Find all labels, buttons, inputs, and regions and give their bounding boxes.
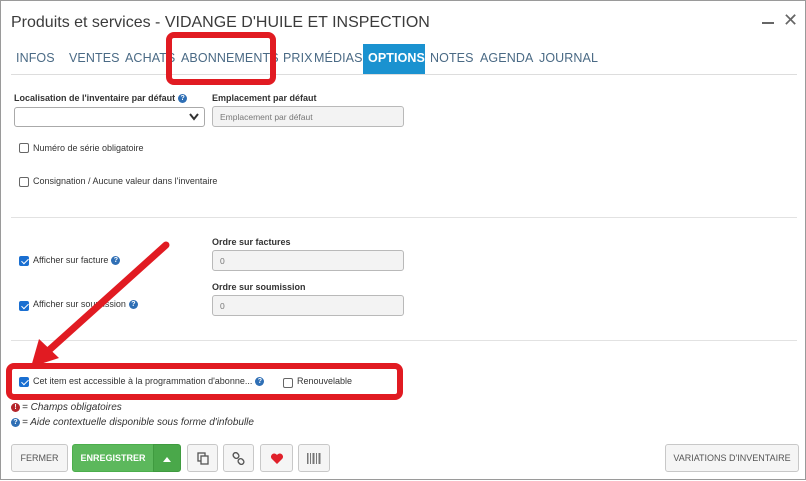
product-dialog: Produits et services - VIDANGE D'HUILE E… — [0, 0, 806, 480]
red-arrow-annotation — [31, 241, 170, 367]
